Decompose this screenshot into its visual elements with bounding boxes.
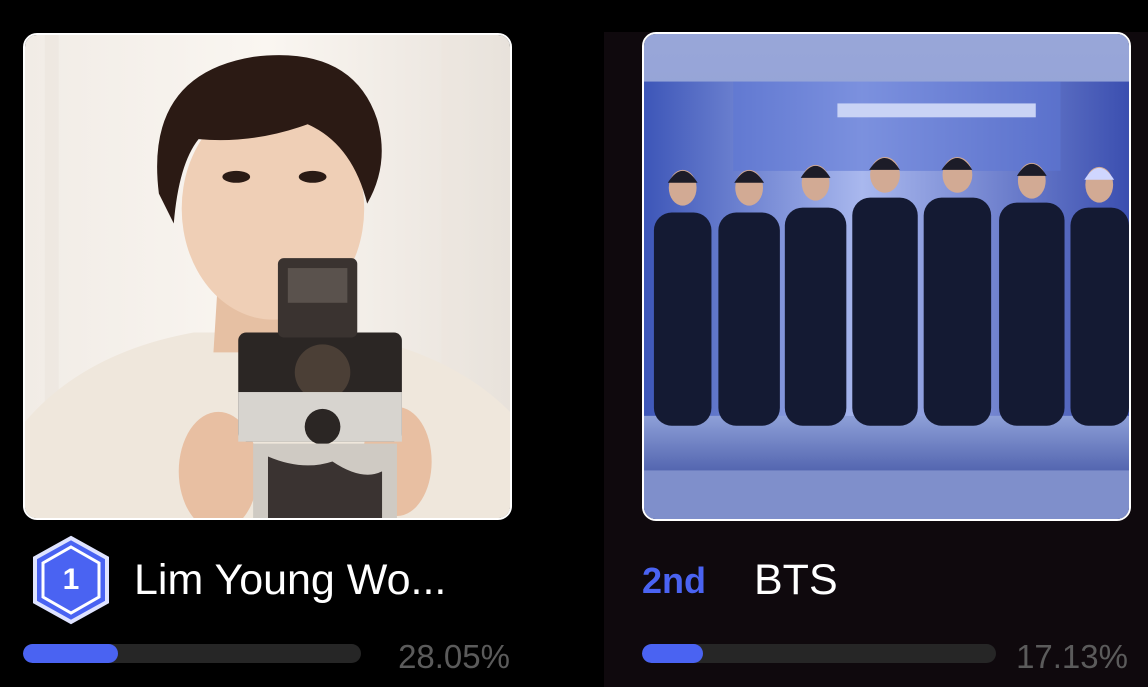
rank-label: 2nd	[642, 560, 707, 601]
artist-photo[interactable]	[642, 32, 1131, 521]
group-photo-image	[644, 34, 1129, 519]
vote-progress-fill	[23, 644, 118, 663]
rank-badge: 1	[31, 535, 111, 625]
vote-percentage: 17.13%	[1016, 638, 1128, 675]
portrait-image	[25, 35, 510, 518]
rank-number: 1	[62, 563, 80, 596]
ranking-card-1[interactable]: 1 Lim Young Wo... 28.05%	[0, 0, 600, 687]
artist-name[interactable]: Lim Young Wo...	[134, 556, 446, 605]
vote-progress-bar	[23, 644, 361, 663]
ranking-card-2[interactable]: 2nd BTS 17.13%	[604, 0, 1148, 687]
ranking-screen: 1 Lim Young Wo... 28.05% 2nd BTS 17.13%	[0, 0, 1148, 687]
artist-name[interactable]: BTS	[754, 556, 838, 605]
vote-percentage: 28.05%	[398, 638, 510, 675]
vote-progress-fill	[642, 644, 703, 663]
artist-photo[interactable]	[23, 33, 512, 520]
vote-progress-bar	[642, 644, 996, 663]
